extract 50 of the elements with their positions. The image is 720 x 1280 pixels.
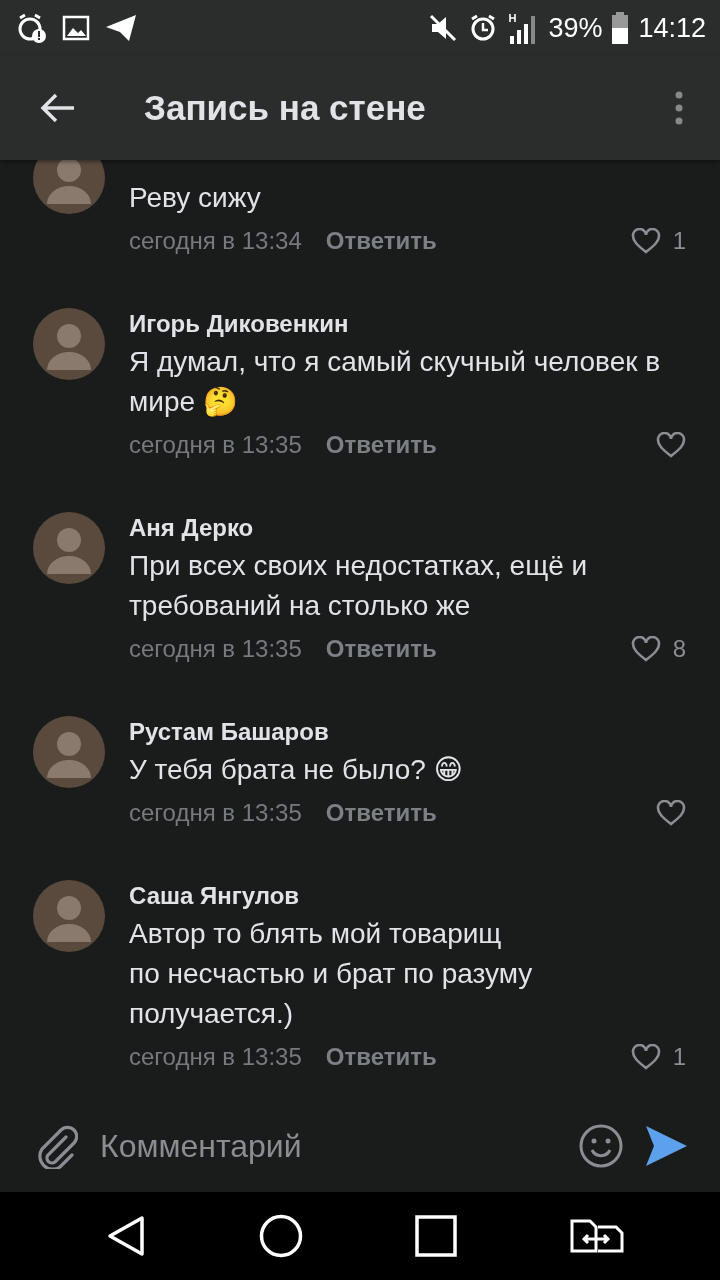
image-icon xyxy=(62,14,90,42)
heart-icon[interactable] xyxy=(630,636,661,662)
like-count: 8 xyxy=(672,635,686,663)
comment-text: Реву сижу xyxy=(129,181,261,215)
comment-time: сегодня в 13:34 xyxy=(129,227,302,255)
paperclip-icon[interactable] xyxy=(36,1123,78,1169)
comment-text: Автор то блять мой товарищ по несчастью и брат по разуму получается.) xyxy=(129,917,533,1031)
alarm-alert-icon xyxy=(16,12,48,44)
reply-link[interactable]: Ответить xyxy=(325,799,437,827)
home-icon[interactable] xyxy=(258,1214,303,1258)
author-name[interactable]: Саша Янгулов xyxy=(129,880,300,912)
smiley-icon[interactable] xyxy=(578,1123,624,1169)
comment-text: У тебя брата не было? 😁 xyxy=(129,753,463,787)
battery-percent: 39% xyxy=(548,12,603,44)
heart-icon[interactable] xyxy=(656,800,686,826)
reply-link[interactable]: Ответить xyxy=(325,635,437,663)
heart-icon[interactable] xyxy=(630,228,661,254)
back-icon[interactable] xyxy=(106,1215,147,1257)
page-title: Запись на стене xyxy=(144,88,427,128)
reply-link[interactable]: Ответить xyxy=(325,431,437,459)
author-name[interactable]: Игорь Диковенкин xyxy=(129,308,349,340)
comment-time: сегодня в 13:35 xyxy=(129,431,302,459)
reply-link[interactable]: Ответить xyxy=(325,227,437,255)
heart-icon[interactable] xyxy=(630,1044,661,1070)
comment-time: сегодня в 13:35 xyxy=(129,635,302,663)
author-name[interactable]: Рустам Башаров xyxy=(129,716,329,748)
avatar[interactable] xyxy=(33,716,105,788)
comment-time: сегодня в 13:35 xyxy=(129,799,302,827)
mute-icon xyxy=(428,13,459,43)
send-icon[interactable] xyxy=(646,1124,688,1168)
comment-time: сегодня в 13:35 xyxy=(129,1043,302,1071)
back-arrow-icon[interactable] xyxy=(40,93,76,123)
comment-text: Я думал, что я самый скучный человек в мире 🤔 xyxy=(129,345,662,419)
like-count: 1 xyxy=(672,227,686,255)
paper-plane-icon xyxy=(104,13,138,43)
avatar[interactable] xyxy=(33,880,105,952)
battery-icon xyxy=(612,12,629,44)
comment-text: При всех своих недостатках, ещё и требований на столько же xyxy=(129,549,589,623)
switch-apps-icon[interactable] xyxy=(569,1219,624,1253)
more-options-icon[interactable] xyxy=(674,91,684,125)
author-name[interactable]: Аня Дерко xyxy=(129,512,254,544)
like-count: 1 xyxy=(672,1043,686,1071)
recent-apps-icon[interactable] xyxy=(415,1215,458,1257)
avatar[interactable] xyxy=(33,512,105,584)
avatar[interactable] xyxy=(33,308,105,380)
avatar[interactable] xyxy=(33,160,105,214)
reply-link[interactable]: Ответить xyxy=(325,1043,437,1071)
heart-icon[interactable] xyxy=(656,432,686,458)
comment-input[interactable]: Комментарий xyxy=(100,1119,556,1173)
clock: 14:12 xyxy=(638,12,706,44)
